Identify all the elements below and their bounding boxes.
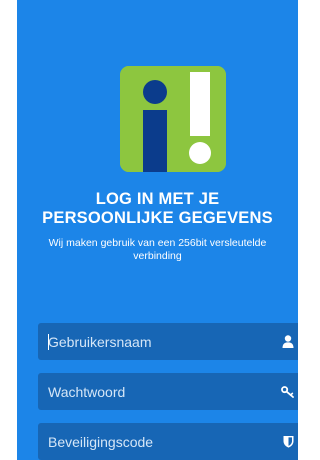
key-icon xyxy=(281,385,295,399)
login-screen: LOG IN MET JE PERSOONLIJKE GEGEVENS Wij … xyxy=(17,0,298,460)
app-logo xyxy=(120,66,226,172)
password-field[interactable] xyxy=(38,373,298,410)
login-subtitle: Wij maken gebruik van een 256bit versleu… xyxy=(48,237,267,262)
security-code-input[interactable] xyxy=(48,431,281,452)
info-logo-icon xyxy=(120,66,226,172)
security-code-field[interactable] xyxy=(38,423,298,460)
login-heading: LOG IN MET JE PERSOONLIJKE GEGEVENS xyxy=(17,190,298,228)
text-caret xyxy=(48,334,49,350)
username-input[interactable] xyxy=(48,331,281,352)
login-heading-line2: PERSOONLIJKE GEGEVENS xyxy=(42,209,273,227)
shield-icon xyxy=(281,435,295,449)
password-input[interactable] xyxy=(48,381,281,402)
person-icon xyxy=(281,335,295,349)
login-heading-line1: LOG IN MET JE xyxy=(95,190,220,208)
username-field[interactable] xyxy=(38,323,298,360)
